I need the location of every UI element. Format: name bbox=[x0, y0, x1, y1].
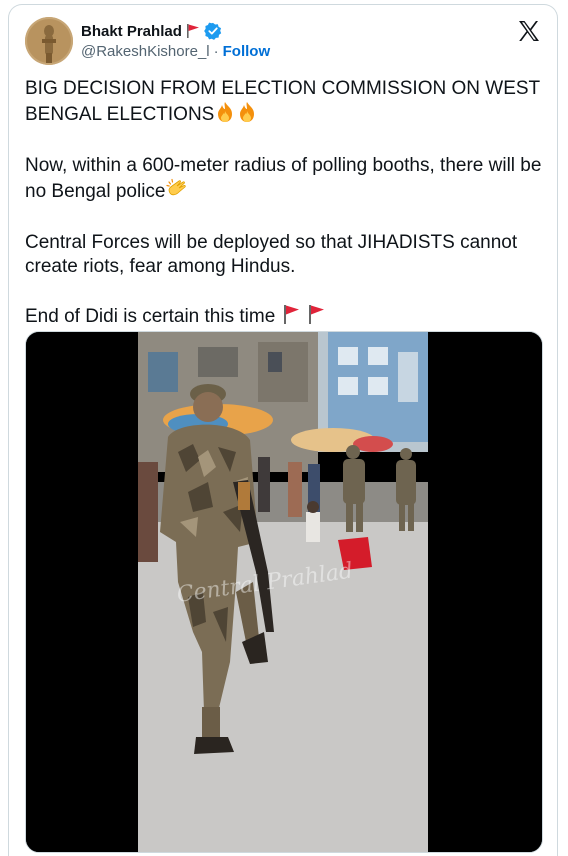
tweet-text: BIG DECISION FROM ELECTION COMMISSION ON… bbox=[25, 77, 545, 356]
tweet-paragraph: Central Forces will be deployed so that … bbox=[25, 231, 545, 279]
author-name-row: Bhakt Prahlad bbox=[81, 21, 222, 41]
tweet-paragraph: Now, within a 600-meter radius of pollin… bbox=[25, 154, 545, 207]
tweet-paragraph-2: Now, within a 600-meter radius of pollin… bbox=[25, 155, 542, 202]
video-content: Central Prahlad bbox=[138, 332, 428, 852]
red-flag-icon bbox=[306, 303, 326, 332]
avatar-image bbox=[25, 17, 73, 65]
avatar[interactable] bbox=[25, 17, 73, 65]
verified-badge-icon bbox=[204, 22, 222, 40]
tweet-paragraph: End of Didi is certain this time bbox=[25, 303, 545, 332]
red-flag-icon bbox=[281, 303, 301, 332]
author-handle-row: @RakeshKishore_l · Follow bbox=[81, 43, 270, 60]
tweet-paragraph-3: Central Forces will be deployed so that … bbox=[25, 232, 518, 277]
tweet-paragraph-4: End of Didi is certain this time bbox=[25, 306, 276, 327]
tweet-paragraph-1: BIG DECISION FROM ELECTION COMMISSION ON… bbox=[25, 78, 540, 125]
follow-button[interactable]: Follow bbox=[223, 43, 271, 60]
author-display-name[interactable]: Bhakt Prahlad bbox=[81, 23, 182, 40]
author-handle[interactable]: @RakeshKishore_l bbox=[81, 43, 210, 60]
tweet-card: Bhakt Prahlad @RakeshKishore_l · Follow … bbox=[8, 4, 558, 856]
separator-dot: · bbox=[213, 43, 219, 60]
clapping-hands-icon bbox=[165, 178, 190, 207]
red-flag-icon bbox=[186, 24, 199, 38]
fire-icon bbox=[236, 101, 258, 130]
tweet-paragraph: BIG DECISION FROM ELECTION COMMISSION ON… bbox=[25, 77, 545, 130]
video-player[interactable]: Central Prahlad bbox=[25, 331, 543, 853]
fire-icon bbox=[214, 101, 236, 130]
x-logo-icon[interactable] bbox=[517, 19, 541, 43]
video-frame: Central Prahlad bbox=[26, 332, 542, 852]
